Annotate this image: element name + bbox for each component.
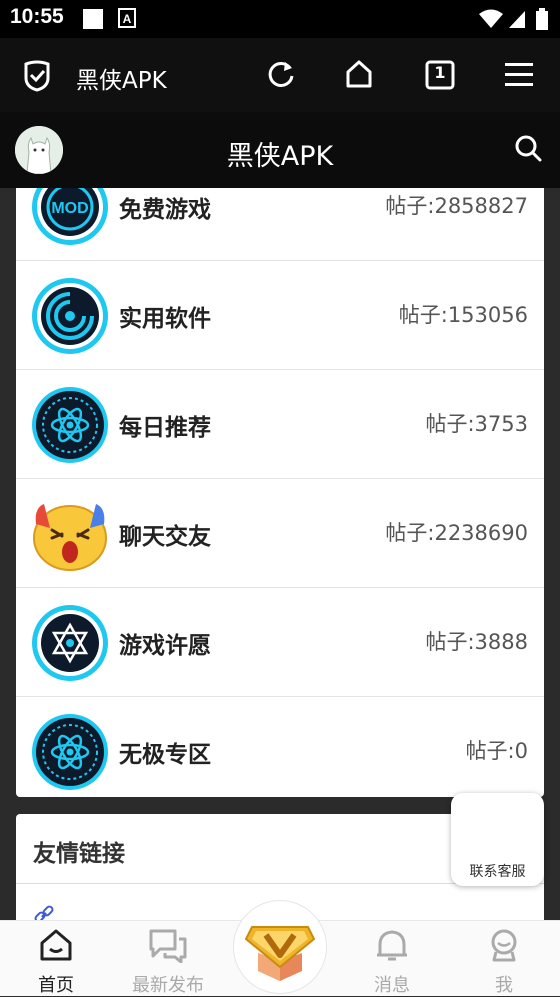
nav-latest-label: 最新发布 [132, 975, 204, 996]
status-bar: 10:55 A [0, 0, 560, 38]
hexagram-icon [32, 605, 108, 681]
forum-row-free-games[interactable]: MOD 免费游戏 帖子:2858827 [16, 188, 544, 261]
nav-messages[interactable]: 消息 [336, 921, 448, 996]
forum-row-chat[interactable]: 聊天交友 帖子:2238690 [16, 479, 544, 588]
nav-home-label: 首页 [38, 975, 74, 996]
atom-icon [32, 387, 108, 463]
contact-support-button[interactable]: 联系客服 [451, 793, 544, 886]
contact-support-label: 联系客服 [469, 864, 526, 880]
menu-icon[interactable] [505, 62, 533, 92]
font-a-icon: A [118, 8, 136, 32]
forum-name: 无极专区 [119, 742, 211, 768]
forum-list: MOD 免费游戏 帖子:2858827 实用软件 帖子:153056 每日推荐 … [16, 188, 544, 797]
forum-post-count: 帖子:153056 [398, 303, 528, 327]
forum-row-useful-software[interactable]: 实用软件 帖子:153056 [16, 261, 544, 370]
forum-name: 游戏许愿 [119, 633, 211, 659]
search-icon[interactable] [514, 134, 542, 166]
notification-square-icon [82, 8, 104, 34]
nav-home[interactable]: 首页 [0, 921, 112, 996]
chat-bubbles-icon [149, 929, 187, 963]
forum-row-daily-picks[interactable]: 每日推荐 帖子:3753 [16, 370, 544, 479]
nav-messages-label: 消息 [374, 975, 410, 996]
forum-row-wuji-zone[interactable]: 无极专区 帖子:0 [16, 697, 544, 805]
nav-me-label: 我 [495, 975, 513, 996]
forum-post-count: 帖子:3888 [425, 630, 528, 654]
mod-icon: MOD [32, 188, 108, 245]
refresh-icon[interactable] [266, 59, 296, 93]
home-icon[interactable] [344, 59, 374, 93]
app-header: 黑侠APK [0, 112, 560, 188]
friend-links-title: 友情链接 [33, 841, 125, 867]
atom-icon [32, 714, 108, 790]
forum-name: 聊天交友 [119, 524, 211, 550]
svg-text:A: A [123, 12, 132, 26]
status-time: 10:55 [10, 5, 64, 28]
wifi-icon [478, 8, 504, 34]
forum-row-game-wishes[interactable]: 游戏许愿 帖子:3888 [16, 588, 544, 697]
battery-icon [535, 8, 549, 36]
tab-count: 1 [434, 63, 446, 82]
forum-post-count: 帖子:2858827 [385, 194, 528, 218]
forum-post-count: 帖子:0 [465, 739, 528, 763]
forum-name: 实用软件 [119, 306, 211, 332]
forum-post-count: 帖子:2238690 [385, 521, 528, 545]
svg-text:MOD: MOD [51, 200, 88, 217]
bell-icon [377, 930, 407, 961]
emoji-icon [33, 504, 107, 571]
v-badge-icon [244, 926, 316, 981]
tabs-button[interactable]: 1 [425, 60, 455, 94]
forum-name: 免费游戏 [119, 197, 211, 223]
forum-post-count: 帖子:3753 [425, 412, 528, 436]
page-title: 黑侠APK [226, 141, 334, 172]
browser-bar: 黑侠APK 1 [0, 38, 560, 112]
home-icon [40, 929, 72, 961]
swirl-icon [32, 278, 108, 354]
nav-me[interactable]: 我 [448, 921, 560, 996]
shield-check-icon[interactable] [22, 60, 52, 96]
forum-name: 每日推荐 [119, 415, 211, 441]
user-icon [491, 929, 517, 962]
nav-latest[interactable]: 最新发布 [112, 921, 224, 996]
link-icon[interactable] [33, 904, 55, 920]
browser-title: 黑侠APK [76, 68, 167, 94]
signal-icon [507, 8, 527, 34]
vip-center-button[interactable] [233, 900, 327, 994]
